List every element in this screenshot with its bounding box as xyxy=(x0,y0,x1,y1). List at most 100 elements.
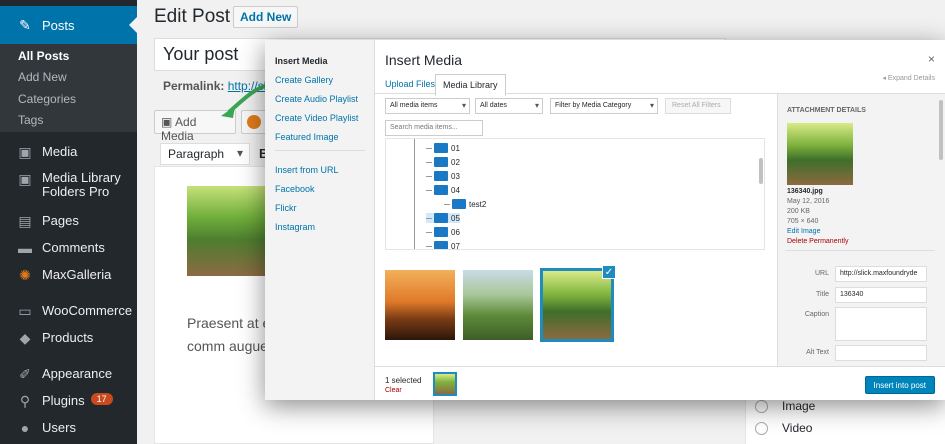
tree-connector xyxy=(426,231,432,233)
clear-selection-link[interactable]: Clear xyxy=(385,387,402,394)
add-new-button[interactable]: Add New xyxy=(233,6,299,28)
folder-icon xyxy=(434,157,448,167)
attachment-thumbnail[interactable] xyxy=(463,270,533,340)
folder-label: 02 xyxy=(451,157,460,167)
search-media-input[interactable]: Search media items... xyxy=(385,120,483,136)
submenu-add-new[interactable]: Add New xyxy=(18,70,67,84)
folder-icon xyxy=(452,199,466,209)
reset-filters-button[interactable]: Reset All Filters xyxy=(665,98,731,114)
mlf-line1: Media Library xyxy=(42,170,121,185)
pages-icon: ▤ xyxy=(18,213,32,229)
category-filter[interactable]: Filter by Media Category xyxy=(550,98,658,114)
tree-connector xyxy=(444,203,450,205)
menu-products-label: Products xyxy=(42,330,94,345)
menu-media[interactable]: ▣ Media xyxy=(0,144,137,160)
attachment-thumbnail[interactable] xyxy=(385,270,455,340)
chevron-left-icon: ◂ xyxy=(882,75,886,82)
folder-label: test2 xyxy=(469,199,487,209)
folder-label: 04 xyxy=(451,185,460,195)
folder-05[interactable]: 05 xyxy=(426,213,460,223)
page-title: Edit Post xyxy=(154,6,231,27)
folder-06[interactable]: 06 xyxy=(426,227,460,237)
checkmark-icon[interactable]: ✓ xyxy=(602,265,616,279)
tree-connector xyxy=(426,217,432,219)
tab-upload-files[interactable]: Upload Files xyxy=(378,74,442,94)
radio-icon xyxy=(755,399,768,413)
tab-media-library[interactable]: Media Library xyxy=(435,74,506,96)
folder-icon xyxy=(434,227,448,237)
folder-04[interactable]: 04 xyxy=(426,185,460,195)
admin-sidebar: ✎ Posts All Posts Add New Categories Tag… xyxy=(0,0,137,444)
menu-instagram[interactable]: Instagram xyxy=(275,222,315,232)
pointer-arrow-icon xyxy=(221,84,266,118)
menu-flickr[interactable]: Flickr xyxy=(275,203,297,213)
attachment-date: May 12, 2016 xyxy=(787,198,830,205)
expand-details-label: Expand Details xyxy=(887,75,935,82)
format-video-option[interactable]: Video xyxy=(755,421,812,435)
users-icon: ● xyxy=(20,420,30,436)
maxgalleria-icon: ✺ xyxy=(19,267,31,283)
tree-scrollbar[interactable] xyxy=(759,158,763,184)
menu-insert-media[interactable]: Insert Media xyxy=(275,56,328,66)
title-field[interactable]: 136340 xyxy=(835,287,927,303)
menu-featured-image[interactable]: Featured Image xyxy=(275,132,339,142)
tree-connector xyxy=(426,161,432,163)
menu-create-video-playlist[interactable]: Create Video Playlist xyxy=(275,113,358,123)
menu-appearance[interactable]: ✐ Appearance xyxy=(0,366,137,382)
pin-icon: ✎ xyxy=(19,17,31,33)
folder-03[interactable]: 03 xyxy=(426,171,460,181)
menu-create-gallery[interactable]: Create Gallery xyxy=(275,75,333,85)
date-filter[interactable]: All dates xyxy=(475,98,543,114)
menu-facebook[interactable]: Facebook xyxy=(275,184,315,194)
attachment-filename: 136340.jpg xyxy=(787,188,823,195)
menu-create-audio-playlist[interactable]: Create Audio Playlist xyxy=(275,94,358,104)
close-icon[interactable]: × xyxy=(928,52,935,66)
submenu-categories[interactable]: Categories xyxy=(18,92,76,106)
menu-comments[interactable]: ▬ Comments xyxy=(0,240,137,256)
menu-insert-from-url[interactable]: Insert from URL xyxy=(275,165,339,175)
caption-field[interactable] xyxy=(835,307,927,341)
menu-maxgalleria[interactable]: ✺ MaxGalleria xyxy=(0,267,137,283)
folder-icon xyxy=(434,171,448,181)
selection-count: 1 selected xyxy=(385,376,422,385)
folder-label: 05 xyxy=(451,213,460,223)
attachment-thumbnail-selected[interactable] xyxy=(540,268,614,342)
tree-connector xyxy=(426,175,432,177)
format-video-label: Video xyxy=(782,421,813,435)
menu-plugins[interactable]: ⚲ Plugins 17 xyxy=(0,393,137,409)
mlf-line2: Folders Pro xyxy=(42,184,110,199)
menu-media-library-folders[interactable]: ▣ Media Library Folders Pro xyxy=(0,171,137,199)
menu-media-label: Media xyxy=(42,144,78,159)
menu-posts[interactable]: ✎ Posts xyxy=(0,6,137,44)
editor-image[interactable] xyxy=(187,186,267,276)
tree-line xyxy=(414,139,415,249)
media-toolbar xyxy=(375,366,945,400)
plugin-icon: ⚲ xyxy=(19,393,31,409)
submenu-tags[interactable]: Tags xyxy=(18,113,43,127)
folder-01[interactable]: 01 xyxy=(426,143,460,153)
alt-text-field[interactable] xyxy=(835,345,927,361)
products-icon: ◆ xyxy=(19,330,31,346)
menu-products[interactable]: ◆ Products xyxy=(0,330,137,346)
details-scrollbar[interactable] xyxy=(939,100,943,160)
menu-woocommerce[interactable]: ▭ WooCommerce xyxy=(0,303,137,319)
folder-test2[interactable]: test2 xyxy=(444,199,486,209)
folder-02[interactable]: 02 xyxy=(426,157,460,167)
insert-into-post-button[interactable]: Insert into post xyxy=(864,376,935,394)
menu-users[interactable]: ● Users xyxy=(0,420,137,436)
folders-icon: ▣ xyxy=(18,171,32,187)
folder-07[interactable]: 07 xyxy=(426,241,460,249)
radio-icon xyxy=(755,421,768,435)
edit-image-link[interactable]: Edit Image xyxy=(787,228,820,235)
delete-permanently-link[interactable]: Delete Permanently xyxy=(787,238,848,245)
folder-icon xyxy=(434,213,448,223)
expand-details-link[interactable]: ◂ Expand Details xyxy=(882,74,935,82)
selection-thumbnail[interactable] xyxy=(433,372,457,396)
format-select[interactable]: Paragraph xyxy=(160,143,250,165)
url-field[interactable]: http://slick.maxfoundryde xyxy=(835,266,927,282)
format-image-option[interactable]: Image xyxy=(755,399,815,413)
folder-label: 03 xyxy=(451,171,460,181)
menu-pages[interactable]: ▤ Pages xyxy=(0,213,137,229)
media-type-filter[interactable]: All media items xyxy=(385,98,470,114)
submenu-all-posts[interactable]: All Posts xyxy=(18,49,69,63)
